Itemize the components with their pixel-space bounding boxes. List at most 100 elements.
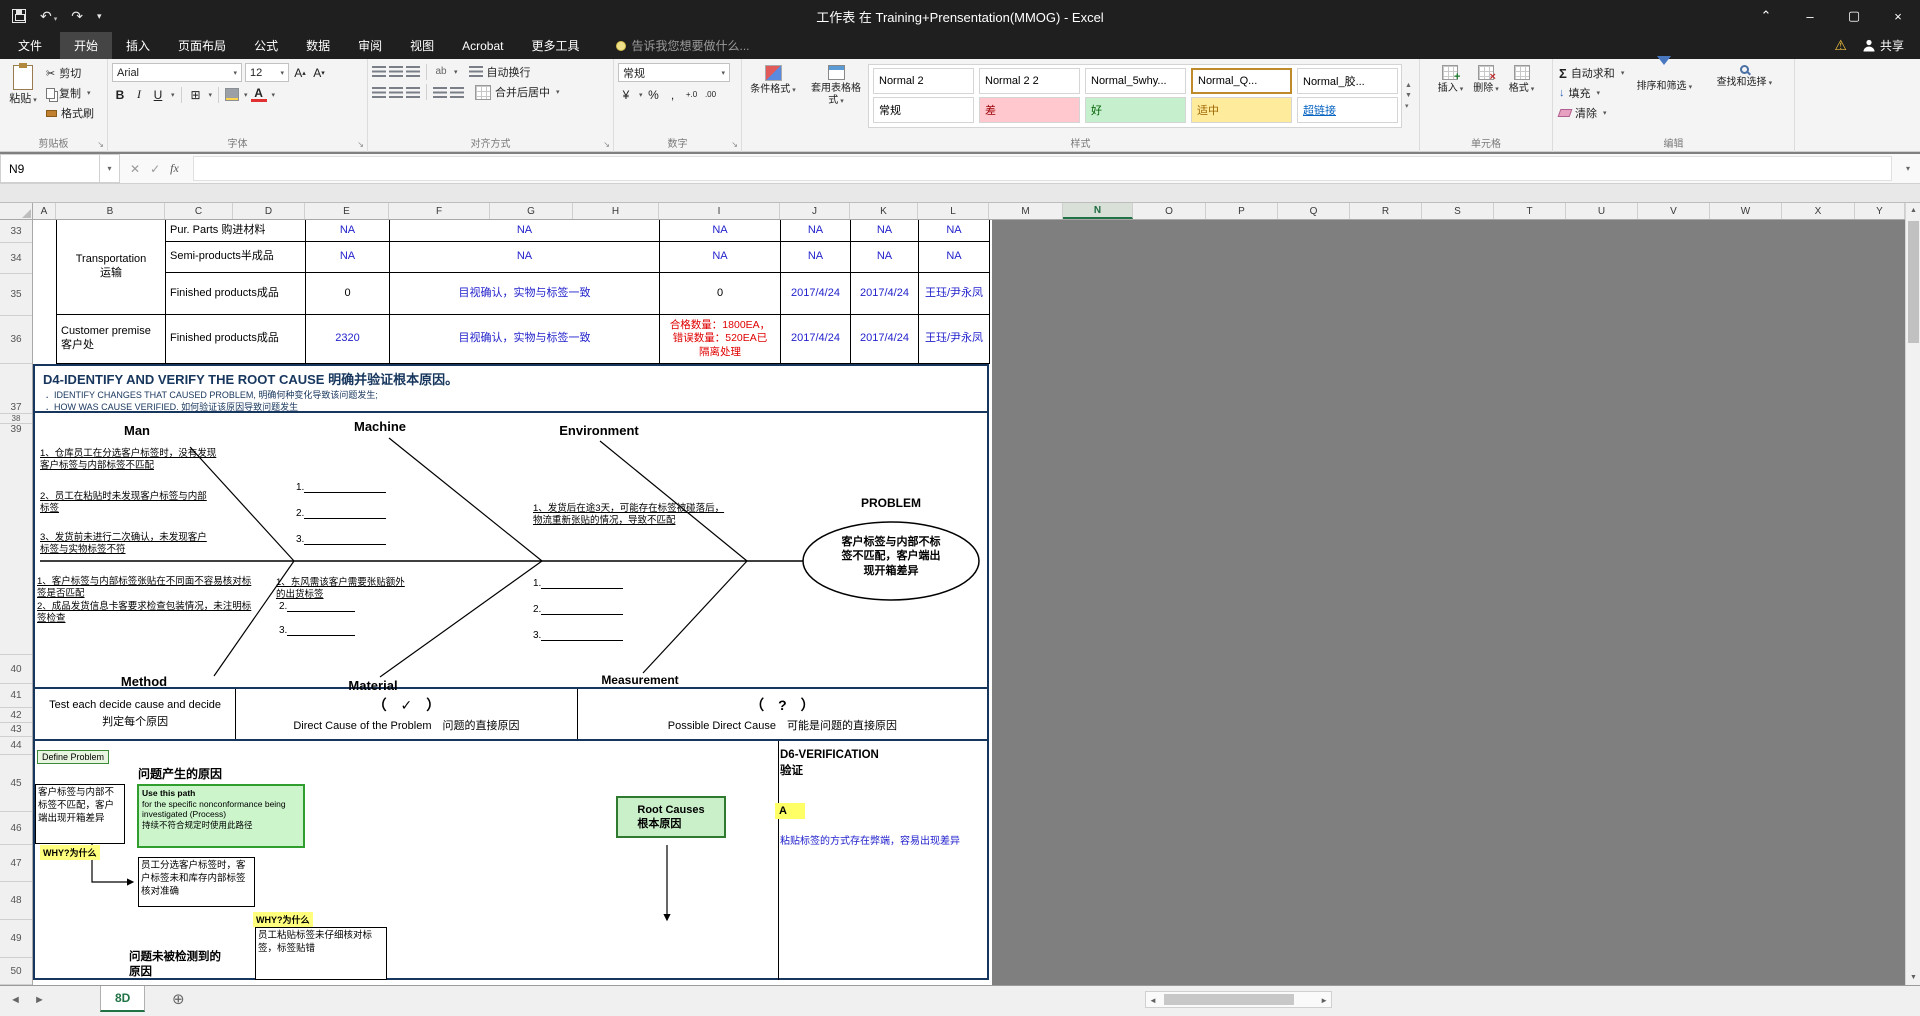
tab-review[interactable]: 审阅 (344, 32, 396, 59)
underline-button[interactable]: U (150, 86, 166, 103)
table-cell[interactable]: 0 (660, 273, 781, 315)
tab-data[interactable]: 数据 (292, 32, 344, 59)
ribbon-display-options-button[interactable]: ⌃ (1744, 0, 1788, 32)
cell-style-2[interactable]: Normal 2 2 (979, 68, 1080, 94)
table-cell-result-alert[interactable]: 合格数量：1800EA， 错误数量：520EA已 隔离处理 (660, 315, 781, 364)
add-sheet-icon[interactable]: ⊕ (172, 990, 185, 1008)
sheet-nav-left-icon[interactable]: ◄ (10, 994, 21, 1006)
redo-icon[interactable]: ↷ (71, 8, 83, 25)
comma-button[interactable]: , (665, 86, 681, 103)
table-cell[interactable]: 0 (306, 273, 390, 315)
tell-me-box[interactable]: 告诉我您想要做什么... (594, 32, 750, 59)
column-header-N[interactable]: N (1063, 203, 1133, 219)
table-cell-transportation[interactable]: Transportation 运输 (57, 220, 166, 315)
row-header-45[interactable]: 45 (0, 755, 32, 812)
orientation-button[interactable]: ab (433, 63, 449, 80)
horizontal-scrollbar[interactable]: ◄ ► (1145, 991, 1332, 1008)
align-bottom-icon[interactable] (406, 66, 420, 77)
worksheet-area[interactable]: Transportation 运输 Customer premise 客户处 P… (33, 220, 1905, 985)
row-header-46[interactable]: 46 (0, 812, 32, 845)
table-cell[interactable]: NA (306, 220, 390, 242)
row-header-42[interactable]: 42 (0, 708, 32, 723)
column-header-C[interactable]: C (165, 203, 233, 219)
column-header-W[interactable]: W (1710, 203, 1782, 219)
tab-acrobat[interactable]: Acrobat (448, 32, 517, 59)
insert-cells-button[interactable]: 插入▾ (1435, 61, 1467, 131)
column-header-U[interactable]: U (1566, 203, 1638, 219)
alert-icon[interactable]: ⚠ (1834, 37, 1847, 54)
table-cell-customer-premise[interactable]: Customer premise 客户处 (57, 315, 166, 364)
wrap-text-button[interactable]: 自动换行 (468, 64, 531, 80)
accounting-format-button[interactable]: ¥ (618, 86, 634, 103)
tab-home[interactable]: 开始 (60, 32, 113, 59)
vertical-scroll-thumb[interactable] (1908, 221, 1919, 343)
cell-style-9[interactable]: 适中 (1191, 97, 1292, 123)
column-header-M[interactable]: M (989, 203, 1063, 219)
alignment-dialog-launcher[interactable]: ↘ (603, 140, 610, 149)
row-header-49[interactable]: 49 (0, 920, 32, 958)
font-dialog-launcher[interactable]: ↘ (357, 140, 364, 149)
align-left-icon[interactable] (372, 86, 386, 98)
table-cell[interactable]: Finished products成品 (166, 315, 306, 364)
gallery-down-icon[interactable]: ▼ (1405, 92, 1412, 99)
column-header-I[interactable]: I (659, 203, 780, 219)
format-painter-button[interactable]: 格式刷 (46, 105, 94, 121)
autosum-button[interactable]: Σ 自动求和 ▾ (1559, 65, 1624, 81)
horizontal-scroll-thumb[interactable] (1164, 994, 1294, 1005)
tab-formulas[interactable]: 公式 (240, 32, 292, 59)
column-header-D[interactable]: D (233, 203, 305, 219)
cut-button[interactable]: ✂ 剪切 (46, 65, 94, 81)
row-header-41[interactable]: 41 (0, 684, 32, 708)
cell-style-4[interactable]: Normal_Q... (1191, 68, 1292, 94)
clear-button[interactable]: 清除 ▾ (1557, 105, 1624, 121)
row-header-38[interactable]: 38 (0, 414, 32, 424)
customize-qat-icon[interactable]: ▾ (97, 11, 102, 22)
font-size-select[interactable]: 12 ▾ (245, 63, 289, 82)
fill-color-button[interactable] (225, 88, 240, 101)
bold-button[interactable]: B (112, 86, 128, 103)
cell-style-1[interactable]: Normal 2 (873, 68, 974, 94)
align-center-icon[interactable] (389, 86, 403, 98)
scroll-right-icon[interactable]: ► (1320, 996, 1328, 1005)
table-cell[interactable]: 2017/4/24 (781, 315, 851, 364)
row-header-40[interactable]: 40 (0, 655, 32, 684)
insert-function-icon[interactable]: fx (170, 161, 179, 176)
column-header-O[interactable]: O (1133, 203, 1206, 219)
borders-button[interactable]: ⊞ (188, 86, 204, 103)
sheet-nav-right-icon[interactable]: ► (34, 994, 45, 1006)
table-cell[interactable]: 目视确认，实物与标签一致 (390, 273, 660, 315)
column-header-Y[interactable]: Y (1855, 203, 1905, 219)
column-header-J[interactable]: J (780, 203, 850, 219)
scroll-up-icon[interactable]: ▲ (1906, 203, 1920, 218)
undo-icon[interactable]: ↶ ▾ (40, 8, 57, 25)
row-header-48[interactable]: 48 (0, 882, 32, 920)
font-color-button[interactable]: A (250, 87, 267, 102)
formula-bar-expand-icon[interactable]: ▾ (1896, 154, 1920, 183)
row-header-44[interactable]: 44 (0, 737, 32, 755)
fill-button[interactable]: ↓ 填充 ▾ (1559, 85, 1624, 101)
decrease-indent-icon[interactable] (433, 86, 447, 98)
paste-button[interactable]: 粘贴 ▾ (0, 61, 46, 131)
row-header-33[interactable]: 33 (0, 220, 32, 243)
table-cell[interactable]: NA (660, 242, 781, 273)
cell-style-5[interactable]: Normal_胶... (1297, 68, 1398, 94)
format-cells-button[interactable]: 格式 ▾ (1506, 61, 1538, 131)
minimize-button[interactable]: – (1788, 0, 1832, 32)
row-header-37[interactable]: 37 (0, 364, 32, 414)
column-header-G[interactable]: G (490, 203, 573, 219)
table-cell[interactable]: NA (919, 220, 990, 242)
gallery-up-icon[interactable]: ▲ (1405, 82, 1412, 89)
column-header-P[interactable]: P (1206, 203, 1278, 219)
find-select-button[interactable]: 查找和选择 ▾ (1704, 61, 1784, 131)
align-top-icon[interactable] (372, 66, 386, 77)
cell-style-7[interactable]: 差 (979, 97, 1080, 123)
row-header-36[interactable]: 36 (0, 316, 32, 364)
format-as-table-button[interactable]: 套用表格格式 ▾ (804, 61, 868, 131)
cell-style-6[interactable]: 常规 (873, 97, 974, 123)
column-header-X[interactable]: X (1782, 203, 1855, 219)
column-header-R[interactable]: R (1350, 203, 1422, 219)
save-icon[interactable] (12, 9, 26, 23)
sheet-tab-8d[interactable]: 8D (100, 986, 146, 1012)
tab-view[interactable]: 视图 (396, 32, 448, 59)
table-cell[interactable]: 2017/4/24 (851, 315, 919, 364)
